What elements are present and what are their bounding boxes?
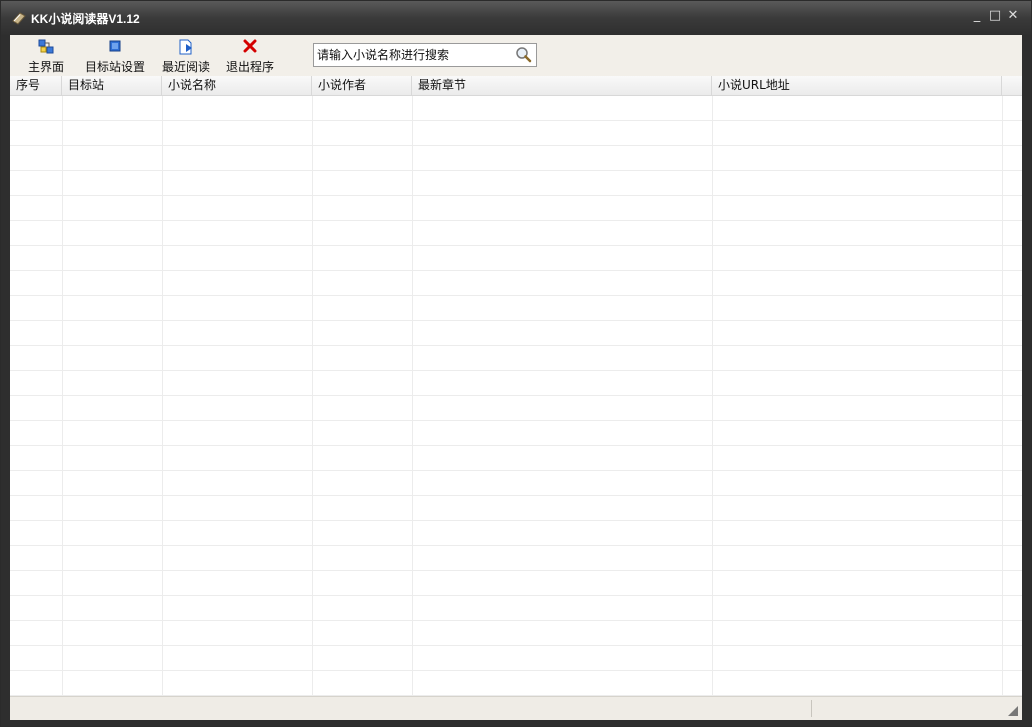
column-header-target-site[interactable]: 目标站 <box>62 76 162 95</box>
search-box <box>313 43 537 67</box>
app-window: KK小说阅读器V1.12 _ □ ✕ 主界面 目标站设置 最近阅读 退出程序 请… <box>0 0 1032 727</box>
target-square-icon <box>109 40 121 52</box>
home-windows-icon <box>38 39 54 54</box>
target-site-settings-button[interactable]: 目标站设置 <box>79 37 151 75</box>
home-button[interactable]: 主界面 <box>23 37 69 75</box>
novel-table[interactable]: 序号 目标站 小说名称 小说作者 最新章节 小说URL地址 <box>10 76 1022 696</box>
recent-read-icon <box>179 39 192 55</box>
window-title: KK小说阅读器V1.12 <box>31 12 140 26</box>
column-header-author[interactable]: 小说作者 <box>312 76 412 95</box>
table-header: 序号 目标站 小说名称 小说作者 最新章节 小说URL地址 <box>10 76 1022 96</box>
recent-read-button[interactable]: 最近阅读 <box>157 37 215 75</box>
status-bar <box>10 696 1022 720</box>
column-divider <box>62 96 63 696</box>
column-header-latest-chapter[interactable]: 最新章节 <box>412 76 712 95</box>
close-button[interactable]: ✕ <box>1005 8 1021 24</box>
target-site-settings-label: 目标站设置 <box>84 60 145 74</box>
home-button-label: 主界面 <box>27 60 64 74</box>
column-divider <box>162 96 163 696</box>
status-separator <box>811 700 812 717</box>
column-divider <box>312 96 313 696</box>
book-app-icon <box>12 12 26 25</box>
column-header-filler <box>1002 76 1022 95</box>
column-divider <box>712 96 713 696</box>
recent-read-label: 最近阅读 <box>161 60 210 74</box>
column-divider <box>1002 96 1003 696</box>
resize-grip-icon[interactable] <box>1008 706 1018 716</box>
exit-x-icon <box>243 39 257 53</box>
maximize-button[interactable]: □ <box>987 8 1003 24</box>
client-area: 主界面 目标站设置 最近阅读 退出程序 请输入小说名称进行搜索 序号 目标站 小… <box>10 35 1022 720</box>
search-input[interactable] <box>317 46 511 64</box>
column-header-novel-name[interactable]: 小说名称 <box>162 76 312 95</box>
toolbar: 主界面 目标站设置 最近阅读 退出程序 <box>10 35 1022 76</box>
column-header-url[interactable]: 小说URL地址 <box>712 76 1002 95</box>
column-divider <box>412 96 413 696</box>
minimize-button[interactable]: _ <box>969 8 985 24</box>
column-header-index[interactable]: 序号 <box>10 76 62 95</box>
exit-program-label: 退出程序 <box>225 60 274 74</box>
title-bar[interactable]: KK小说阅读器V1.12 _ □ ✕ <box>1 1 1031 35</box>
exit-program-button[interactable]: 退出程序 <box>221 37 279 75</box>
magnifier-icon[interactable] <box>514 46 534 64</box>
